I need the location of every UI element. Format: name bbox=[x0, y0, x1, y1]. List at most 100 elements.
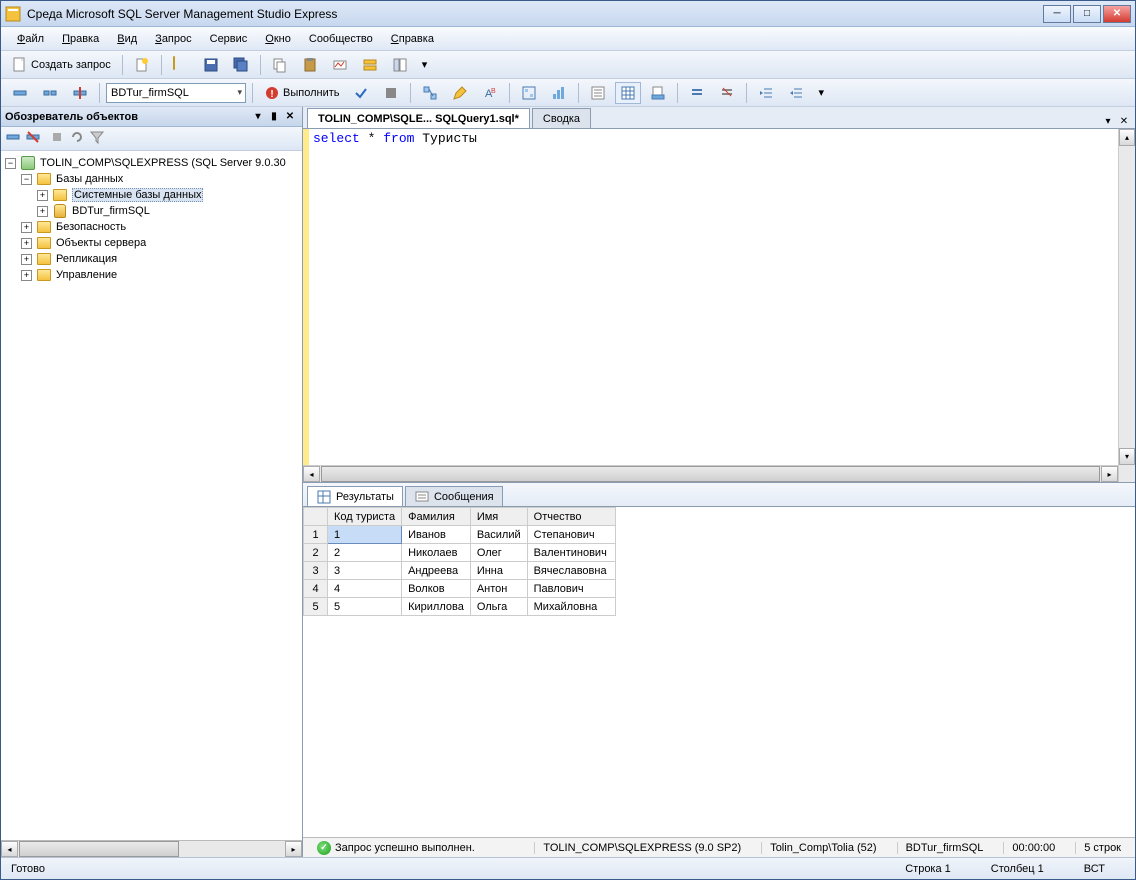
cell[interactable]: 2 bbox=[328, 544, 402, 562]
results-text-button[interactable] bbox=[585, 82, 611, 104]
cell[interactable]: 1 bbox=[328, 526, 402, 544]
results-grid-container[interactable]: Код туриста Фамилия Имя Отчество 11Ивано… bbox=[303, 507, 1135, 837]
cell[interactable]: Олег bbox=[470, 544, 527, 562]
menu-service[interactable]: Сервис bbox=[202, 31, 256, 47]
registered-servers-button[interactable] bbox=[357, 54, 383, 76]
editor-horizontal-scrollbar[interactable]: ◂ ▸ bbox=[303, 465, 1118, 482]
save-all-button[interactable] bbox=[228, 54, 254, 76]
oe-stop-button[interactable] bbox=[49, 129, 65, 148]
scroll-thumb[interactable] bbox=[19, 841, 179, 857]
tree-security-node[interactable]: + Безопасность bbox=[1, 219, 302, 235]
object-explorer-button[interactable] bbox=[387, 54, 413, 76]
column-header[interactable]: Имя bbox=[470, 508, 527, 526]
tree-server-node[interactable]: − TOLIN_COMP\SQLEXPRESS (SQL Server 9.0.… bbox=[1, 155, 302, 171]
row-number[interactable]: 5 bbox=[304, 598, 328, 616]
oe-disconnect-button[interactable] bbox=[25, 129, 41, 148]
oe-horizontal-scrollbar[interactable]: ◂ ▸ bbox=[1, 840, 302, 857]
tree-user-db-node[interactable]: + BDTur_firmSQL bbox=[1, 203, 302, 219]
cell[interactable]: Ольга bbox=[470, 598, 527, 616]
scroll-left-button[interactable]: ◂ bbox=[1, 841, 18, 857]
results-grid-button[interactable] bbox=[615, 82, 641, 104]
cell[interactable]: Волков bbox=[402, 580, 471, 598]
tree-system-databases-node[interactable]: + Системные базы данных bbox=[1, 187, 302, 203]
tree-server-objects-node[interactable]: + Объекты сервера bbox=[1, 235, 302, 251]
tree-databases-node[interactable]: − Базы данных bbox=[1, 171, 302, 187]
uncomment-button[interactable] bbox=[714, 82, 740, 104]
maximize-button[interactable]: □ bbox=[1073, 5, 1101, 23]
row-header-blank[interactable] bbox=[304, 508, 328, 526]
new-file-button[interactable] bbox=[129, 54, 155, 76]
disconnect-button[interactable] bbox=[37, 82, 63, 104]
tab-results[interactable]: Результаты bbox=[307, 486, 403, 506]
cell[interactable]: Иванов bbox=[402, 526, 471, 544]
oe-filter-button[interactable] bbox=[89, 129, 105, 148]
table-row[interactable]: 44ВолковАнтонПавлович bbox=[304, 580, 616, 598]
column-header[interactable]: Код туриста bbox=[328, 508, 402, 526]
scroll-down-button[interactable]: ▾ bbox=[1119, 448, 1135, 465]
scroll-left-button[interactable]: ◂ bbox=[303, 466, 320, 482]
cell[interactable]: Андреева bbox=[402, 562, 471, 580]
connect-button[interactable] bbox=[7, 82, 33, 104]
copy-button[interactable] bbox=[267, 54, 293, 76]
tab-close-button[interactable]: ✕ bbox=[1117, 114, 1131, 128]
panel-pin-button[interactable]: ▮ bbox=[266, 110, 282, 124]
scroll-up-button[interactable]: ▴ bbox=[1119, 129, 1135, 146]
cell[interactable]: Вячеславовна bbox=[527, 562, 615, 580]
cell[interactable]: 5 bbox=[328, 598, 402, 616]
results-grid[interactable]: Код туриста Фамилия Имя Отчество 11Ивано… bbox=[303, 507, 616, 616]
menu-window[interactable]: Окно bbox=[257, 31, 299, 47]
row-number[interactable]: 4 bbox=[304, 580, 328, 598]
table-row[interactable]: 22НиколаевОлегВалентинович bbox=[304, 544, 616, 562]
cell[interactable]: Павлович bbox=[527, 580, 615, 598]
oe-refresh-button[interactable] bbox=[69, 129, 85, 148]
row-number[interactable]: 1 bbox=[304, 526, 328, 544]
design-query-button[interactable] bbox=[447, 82, 473, 104]
cell[interactable]: 3 bbox=[328, 562, 402, 580]
menu-query[interactable]: Запрос bbox=[147, 31, 199, 47]
tree-management-node[interactable]: + Управление bbox=[1, 267, 302, 283]
cell[interactable]: Степанович bbox=[527, 526, 615, 544]
object-explorer-tree[interactable]: − TOLIN_COMP\SQLEXPRESS (SQL Server 9.0.… bbox=[1, 151, 302, 840]
row-number[interactable]: 3 bbox=[304, 562, 328, 580]
table-row[interactable]: 11ИвановВасилийСтепанович bbox=[304, 526, 616, 544]
cell[interactable]: Николаев bbox=[402, 544, 471, 562]
sql-editor[interactable]: select * from Туристы bbox=[309, 129, 1118, 482]
tab-summary[interactable]: Сводка bbox=[532, 108, 591, 128]
menu-edit[interactable]: Правка bbox=[54, 31, 107, 47]
menu-help[interactable]: Справка bbox=[383, 31, 442, 47]
tab-dropdown-button[interactable]: ▾ bbox=[1101, 114, 1115, 128]
scroll-thumb[interactable] bbox=[321, 466, 1100, 482]
indent-button[interactable] bbox=[753, 82, 779, 104]
close-button[interactable]: ✕ bbox=[1103, 5, 1131, 23]
database-combo[interactable]: BDTur_firmSQL bbox=[106, 83, 246, 103]
include-stats-button[interactable] bbox=[546, 82, 572, 104]
outdent-button[interactable] bbox=[783, 82, 809, 104]
tab-sql-query[interactable]: TOLIN_COMP\SQLE... SQLQuery1.sql* bbox=[307, 108, 530, 128]
menu-community[interactable]: Сообщество bbox=[301, 31, 381, 47]
new-query-button[interactable]: Создать запрос bbox=[7, 54, 116, 76]
menu-view[interactable]: Вид bbox=[109, 31, 145, 47]
save-button[interactable] bbox=[198, 54, 224, 76]
panel-close-button[interactable]: ✕ bbox=[282, 110, 298, 124]
cell[interactable]: Антон bbox=[470, 580, 527, 598]
results-file-button[interactable] bbox=[645, 82, 671, 104]
activity-monitor-button[interactable] bbox=[327, 54, 353, 76]
paste-button[interactable] bbox=[297, 54, 323, 76]
tab-messages[interactable]: Сообщения bbox=[405, 486, 503, 506]
specify-template-button[interactable]: AB bbox=[477, 82, 503, 104]
cell[interactable]: Валентинович bbox=[527, 544, 615, 562]
comment-button[interactable] bbox=[684, 82, 710, 104]
scroll-right-button[interactable]: ▸ bbox=[285, 841, 302, 857]
table-row[interactable]: 33АндрееваИннаВячеславовна bbox=[304, 562, 616, 580]
cell[interactable]: Василий bbox=[470, 526, 527, 544]
column-header[interactable]: Отчество bbox=[527, 508, 615, 526]
execute-button[interactable]: ! Выполнить bbox=[259, 82, 344, 104]
cell[interactable]: Инна bbox=[470, 562, 527, 580]
cancel-query-button[interactable] bbox=[378, 82, 404, 104]
cell[interactable]: 4 bbox=[328, 580, 402, 598]
change-connection-button[interactable] bbox=[67, 82, 93, 104]
cell[interactable]: Кириллова bbox=[402, 598, 471, 616]
menu-file[interactable]: Файл bbox=[9, 31, 52, 47]
column-header[interactable]: Фамилия bbox=[402, 508, 471, 526]
toolbar-dropdown-button[interactable]: ▾ bbox=[417, 54, 433, 76]
